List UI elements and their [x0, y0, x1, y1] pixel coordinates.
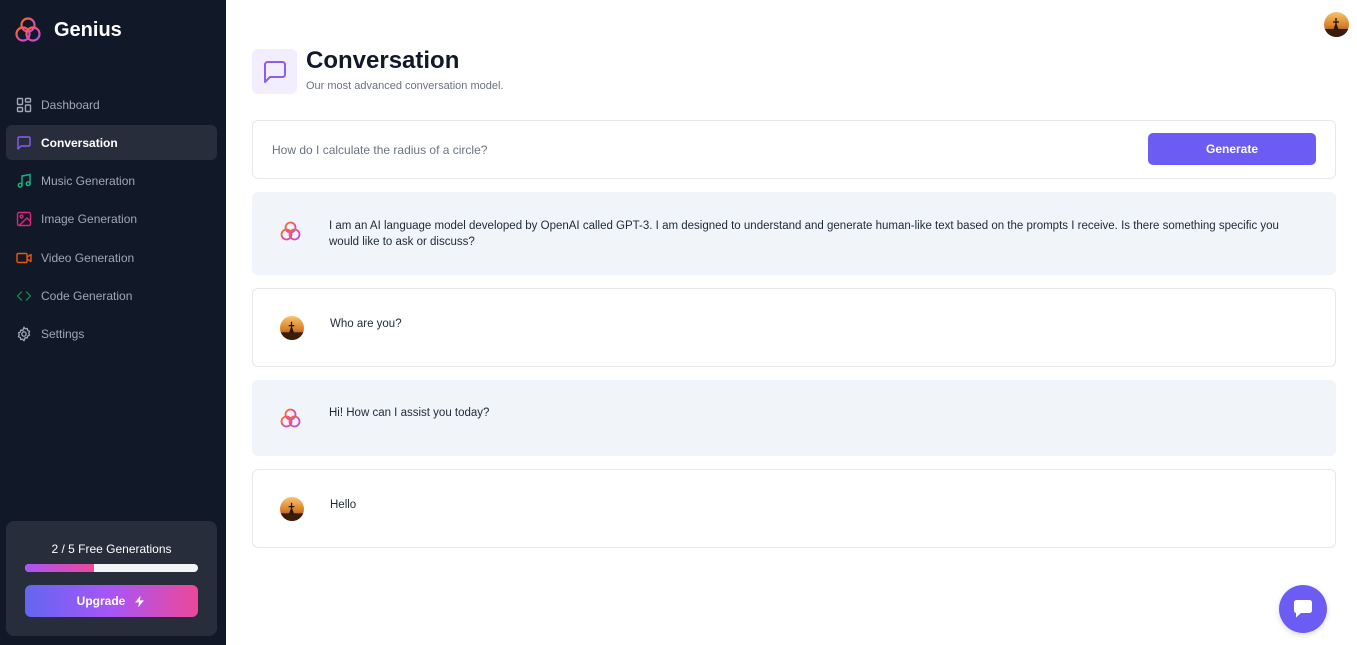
sidebar-nav: Dashboard Conversation Music Generation …: [6, 87, 217, 355]
sidebar-item-conversation[interactable]: Conversation: [6, 125, 217, 161]
sidebar-item-video-generation[interactable]: Video Generation: [6, 240, 217, 275]
avatar-image: [1324, 12, 1349, 37]
message-bot: I am an AI language model developed by O…: [252, 192, 1336, 275]
code-icon: [16, 288, 32, 304]
upgrade-button-label: Upgrade: [76, 594, 126, 608]
avatar-image: [280, 497, 304, 521]
gear-icon: [16, 326, 32, 342]
usage-counter: 2 / 5 Free Generations: [51, 542, 172, 556]
video-icon: [16, 250, 32, 266]
sidebar-item-label: Code Generation: [41, 288, 133, 303]
page-title: Conversation: [306, 47, 460, 74]
sidebar-item-settings[interactable]: Settings: [6, 317, 217, 352]
sidebar-item-label: Dashboard: [41, 97, 100, 112]
message-text: I am an AI language model developed by O…: [329, 220, 1279, 248]
user-avatar: [280, 497, 304, 521]
user-avatar: [280, 316, 304, 340]
sidebar-item-label: Settings: [41, 327, 85, 342]
sidebar-item-label: Conversation: [41, 135, 118, 150]
message-square-icon: [263, 60, 286, 83]
message-text: Hello: [330, 499, 357, 511]
sidebar-item-image-generation[interactable]: Image Generation: [6, 202, 217, 237]
dashboard-icon: [16, 97, 32, 113]
chat-icon: [1294, 600, 1312, 618]
prompt-input[interactable]: [272, 137, 1132, 163]
user-avatar[interactable]: [1324, 12, 1349, 37]
generate-button[interactable]: Generate: [1148, 133, 1316, 165]
upgrade-button[interactable]: Upgrade: [25, 585, 198, 617]
bot-logo-icon: [280, 408, 301, 428]
avatar-image: [280, 316, 304, 340]
brand[interactable]: Genius: [14, 16, 122, 44]
sidebar-item-dashboard[interactable]: Dashboard: [6, 87, 217, 122]
sidebar-item-label: Video Generation: [41, 250, 135, 265]
conversation-heading-icon: [252, 49, 297, 94]
image-icon: [16, 211, 32, 227]
usage-progress-fill: [25, 564, 95, 572]
music-icon: [16, 173, 32, 189]
sidebar-item-label: Music Generation: [41, 174, 136, 189]
page-subtitle: Our most advanced conversation model.: [306, 80, 504, 92]
brand-name: Genius: [54, 18, 122, 41]
message-square-icon: [16, 135, 32, 151]
sidebar-item-code-generation[interactable]: Code Generation: [6, 278, 217, 313]
sidebar: Genius Dashboard Conversation Music Gene…: [0, 0, 226, 645]
prompt-form: Generate: [252, 120, 1336, 179]
message-bot: Hi! How can I assist you today?: [252, 380, 1336, 456]
zap-icon: [135, 595, 145, 607]
free-usage-card: 2 / 5 Free Generations Upgrade: [6, 521, 217, 636]
usage-progress-bar: [25, 564, 198, 572]
message-user: Who are you?: [252, 288, 1336, 367]
message-text: Hi! How can I assist you today?: [329, 407, 490, 419]
sidebar-item-music-generation[interactable]: Music Generation: [6, 164, 217, 199]
support-chat-button[interactable]: [1279, 585, 1327, 633]
genius-logo-icon: [15, 17, 41, 42]
message-text: Who are you?: [330, 318, 402, 330]
message-user: Hello: [252, 469, 1336, 548]
bot-logo-icon: [280, 221, 301, 241]
sidebar-item-label: Image Generation: [41, 212, 138, 227]
